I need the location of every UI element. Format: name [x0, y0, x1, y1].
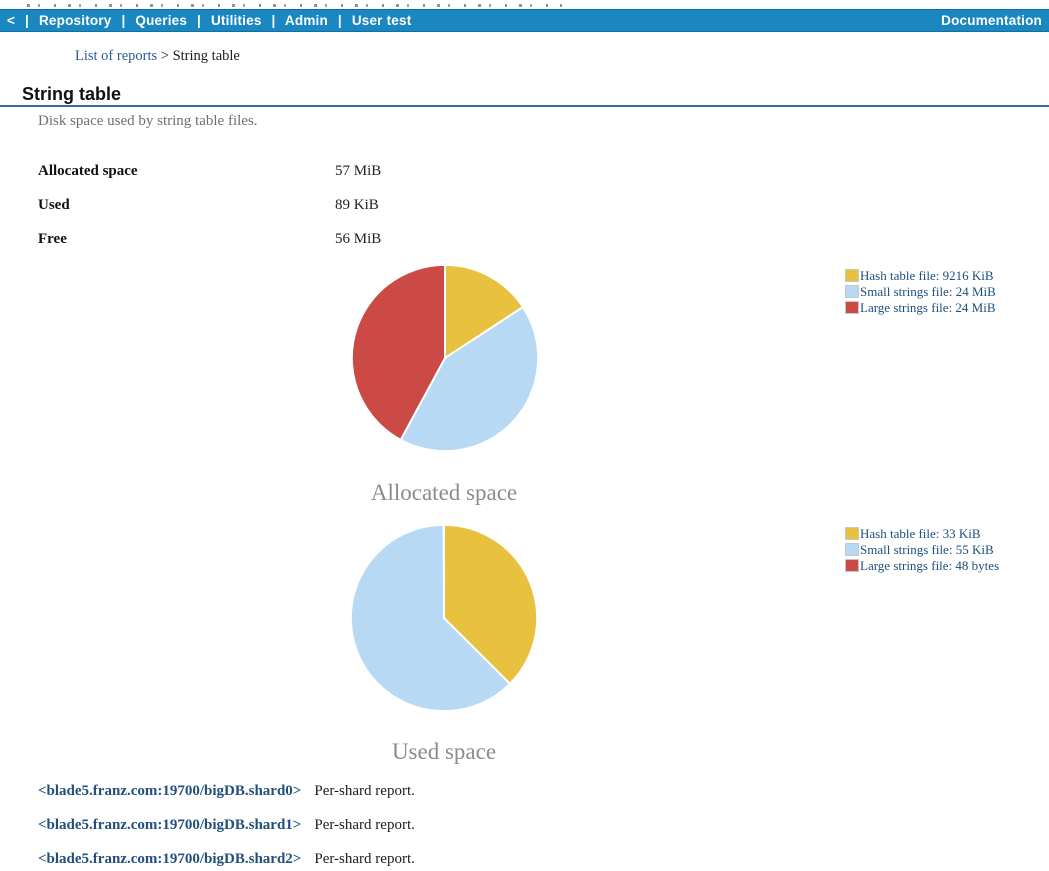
nav-item-queries[interactable]: Queries: [135, 13, 187, 28]
page-title: String table: [22, 84, 121, 105]
shard-link[interactable]: <blade5.franz.com:19700/bigDB.shard0>: [38, 783, 301, 799]
string-table-report-page: < | Repository | Queries | Utilities | A…: [0, 0, 1049, 871]
nav-item-admin[interactable]: Admin: [285, 13, 328, 28]
nav-item-user-test[interactable]: User test: [352, 13, 412, 28]
title-divider: [0, 105, 1049, 107]
pie-chart-1: [347, 521, 541, 715]
summary-label: Free: [38, 231, 335, 248]
summary-row-free: Free56 MiB: [38, 231, 381, 248]
legend-row: Large strings file: 24 MiB: [845, 300, 996, 316]
nav-separator: |: [271, 13, 275, 28]
legend-label: Small strings file: 24 MiB: [860, 284, 996, 299]
legend-label: Large strings file: 48 bytes: [860, 558, 999, 573]
breadcrumb-current: String table: [173, 48, 240, 64]
legend-swatch: [845, 269, 859, 282]
summary-value: 57 MiB: [335, 163, 381, 179]
legend-row: Hash table file: 33 KiB: [845, 526, 999, 542]
cropped-browser-text-fragment: [0, 0, 1049, 9]
top-nav: < | Repository | Queries | Utilities | A…: [0, 9, 1049, 32]
breadcrumb-link-list-of-reports[interactable]: List of reports: [75, 48, 157, 64]
shard-link[interactable]: <blade5.franz.com:19700/bigDB.shard2>: [38, 851, 301, 867]
shard-row: <blade5.franz.com:19700/bigDB.shard2> Per…: [38, 851, 415, 868]
legend-swatch: [845, 543, 859, 556]
legend-swatch: [845, 527, 859, 540]
nav-separator: |: [197, 13, 201, 28]
legend-swatch: [845, 285, 859, 298]
pie-chart-0: [348, 261, 542, 455]
nav-back-link[interactable]: <: [7, 13, 15, 28]
pie-legend-1: Hash table file: 33 KiBSmall strings fil…: [845, 526, 999, 574]
shard-note: Per-shard report.: [314, 817, 415, 833]
nav-separator: |: [25, 13, 29, 28]
shard-row: <blade5.franz.com:19700/bigDB.shard1> Per…: [38, 817, 415, 834]
legend-swatch: [845, 301, 859, 314]
legend-row: Small strings file: 55 KiB: [845, 542, 999, 558]
breadcrumb: List of reports > String table: [75, 48, 240, 65]
legend-row: Hash table file: 9216 KiB: [845, 268, 996, 284]
shard-note: Per-shard report.: [314, 851, 415, 867]
nav-item-repository[interactable]: Repository: [39, 13, 112, 28]
summary-value: 89 KiB: [335, 197, 379, 213]
legend-label: Hash table file: 33 KiB: [860, 526, 981, 541]
shard-note: Per-shard report.: [314, 783, 415, 799]
legend-label: Large strings file: 24 MiB: [860, 300, 996, 315]
summary-label: Allocated space: [38, 163, 335, 180]
summary-label: Used: [38, 197, 335, 214]
legend-row: Large strings file: 48 bytes: [845, 558, 999, 574]
summary-row-used: Used89 KiB: [38, 197, 379, 214]
summary-row-allocated: Allocated space57 MiB: [38, 163, 381, 180]
nav-documentation-link[interactable]: Documentation: [941, 13, 1042, 28]
shard-link[interactable]: <blade5.franz.com:19700/bigDB.shard1>: [38, 817, 301, 833]
legend-label: Hash table file: 9216 KiB: [860, 268, 994, 283]
nav-left-group: < | Repository | Queries | Utilities | A…: [7, 13, 411, 28]
nav-item-utilities[interactable]: Utilities: [211, 13, 262, 28]
breadcrumb-separator: >: [161, 48, 169, 64]
nav-separator: |: [338, 13, 342, 28]
page-description: Disk space used by string table files.: [38, 113, 258, 130]
nav-separator: |: [121, 13, 125, 28]
chart-caption-allocated: Allocated space: [264, 480, 624, 506]
legend-label: Small strings file: 55 KiB: [860, 542, 994, 557]
legend-row: Small strings file: 24 MiB: [845, 284, 996, 300]
pie-legend-0: Hash table file: 9216 KiBSmall strings f…: [845, 268, 996, 316]
shard-row: <blade5.franz.com:19700/bigDB.shard0> Per…: [38, 783, 415, 800]
legend-swatch: [845, 559, 859, 572]
chart-caption-used: Used space: [264, 739, 624, 765]
summary-value: 56 MiB: [335, 231, 381, 247]
